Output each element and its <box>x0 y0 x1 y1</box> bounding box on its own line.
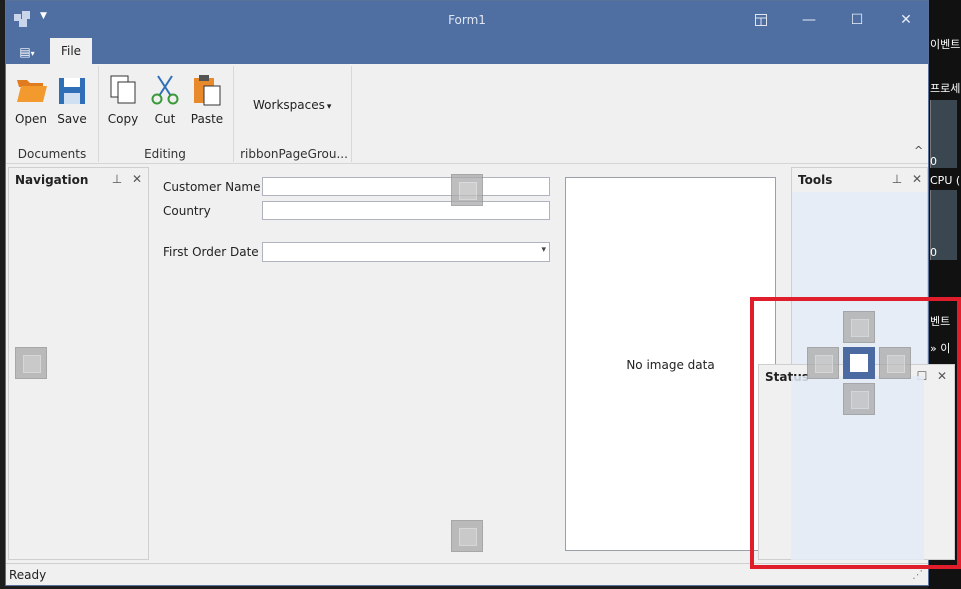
open-label: Open <box>14 112 48 126</box>
paste-label: Paste <box>190 112 224 126</box>
restore-docked-icon[interactable] <box>750 9 772 31</box>
resize-grip-icon[interactable]: ⋰ <box>912 568 923 581</box>
first-order-date-label: First Order Date <box>163 245 259 259</box>
group-label-editing: Editing <box>144 147 186 161</box>
maximize-button[interactable]: ☐ <box>846 9 868 31</box>
workspaces-label: Workspaces <box>253 98 325 112</box>
group-separator <box>233 66 234 162</box>
scissors-icon <box>149 72 181 106</box>
bg-text: CPU ( <box>930 174 961 187</box>
bg-text: 프로세 <box>930 82 961 95</box>
close-button[interactable]: ✕ <box>895 9 917 31</box>
chevron-down-icon: ▾ <box>326 102 332 112</box>
ribbon-collapse-icon[interactable]: ^ <box>914 144 923 157</box>
save-button[interactable]: Save <box>52 72 92 132</box>
workspaces-button[interactable]: Workspaces ▾ <box>253 98 331 112</box>
copy-icon <box>107 72 139 106</box>
bg-text: 0 <box>930 155 937 168</box>
cut-label: Cut <box>154 112 176 126</box>
navigation-panel-title: Navigation <box>15 173 89 187</box>
no-image-text: No image data <box>626 358 715 372</box>
open-button[interactable]: Open <box>11 72 51 132</box>
country-field[interactable] <box>262 201 550 220</box>
folder-open-icon <box>15 72 47 106</box>
save-icon <box>56 72 88 106</box>
customer-name-field[interactable] <box>262 177 550 196</box>
save-label: Save <box>57 112 87 126</box>
group-separator <box>98 66 99 162</box>
title-bar[interactable]: ▼ Form1 — ☐ ✕ <box>6 1 928 38</box>
group-label-documents: Documents <box>17 147 87 161</box>
country-label: Country <box>163 204 211 218</box>
highlight-box <box>750 297 961 569</box>
tools-panel-title: Tools <box>798 173 833 187</box>
paste-button[interactable]: Paste <box>187 72 227 132</box>
minimize-button[interactable]: — <box>798 9 820 31</box>
status-text: Ready <box>9 568 47 582</box>
cut-button[interactable]: Cut <box>145 72 185 132</box>
picture-edit[interactable]: No image data <box>565 177 776 551</box>
close-icon[interactable]: ✕ <box>910 172 924 186</box>
dock-guide-top-icon[interactable] <box>451 174 483 206</box>
group-separator <box>351 66 352 162</box>
first-order-date-field[interactable]: ▾ <box>262 242 550 262</box>
dock-guide-bottom-icon[interactable] <box>451 520 483 552</box>
pin-icon[interactable]: ⊥ <box>890 172 904 186</box>
copy-label: Copy <box>107 112 139 126</box>
date-dropdown-icon[interactable]: ▾ <box>541 245 546 255</box>
pin-icon[interactable]: ⊥ <box>110 172 124 186</box>
dock-guide-left-icon[interactable] <box>15 347 47 379</box>
menu-icon: ▤ <box>19 45 31 59</box>
bg-text: 이벤트 <box>930 38 961 51</box>
window-title: Form1 <box>448 13 486 27</box>
paste-icon <box>191 72 223 106</box>
close-icon[interactable]: ✕ <box>130 172 144 186</box>
bg-text: 0 <box>930 246 937 259</box>
application-menu-button[interactable]: ▤▾ <box>10 41 44 63</box>
copy-button[interactable]: Copy <box>103 72 143 132</box>
customer-name-label: Customer Name <box>163 180 261 194</box>
group-label-ribbonpagegroup: ribbonPageGrou... <box>240 147 348 161</box>
ribbon-tab-bar: ▤▾ File <box>6 38 928 64</box>
ribbon: Open Save Documents Copy Cut Paste Editi… <box>6 64 928 164</box>
tab-file[interactable]: File <box>50 38 92 64</box>
